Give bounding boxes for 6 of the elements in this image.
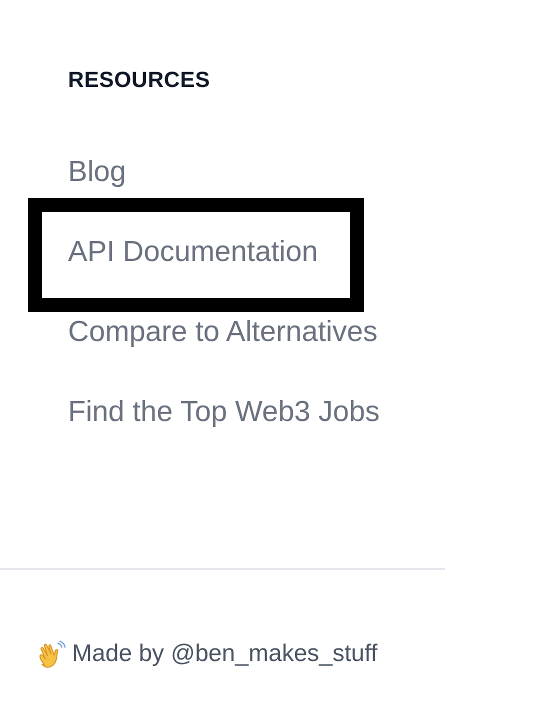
resource-link[interactable]: Find the Top Web3 Jobs [68,392,380,432]
resource-link[interactable]: Blog [68,152,126,192]
resource-link[interactable]: Compare to Alternatives [68,312,378,352]
section-heading: RESOURCES [68,68,212,92]
resource-link[interactable]: API Documentation [68,236,318,268]
credit-text: Made by @ben_makes_stuff [72,639,378,669]
